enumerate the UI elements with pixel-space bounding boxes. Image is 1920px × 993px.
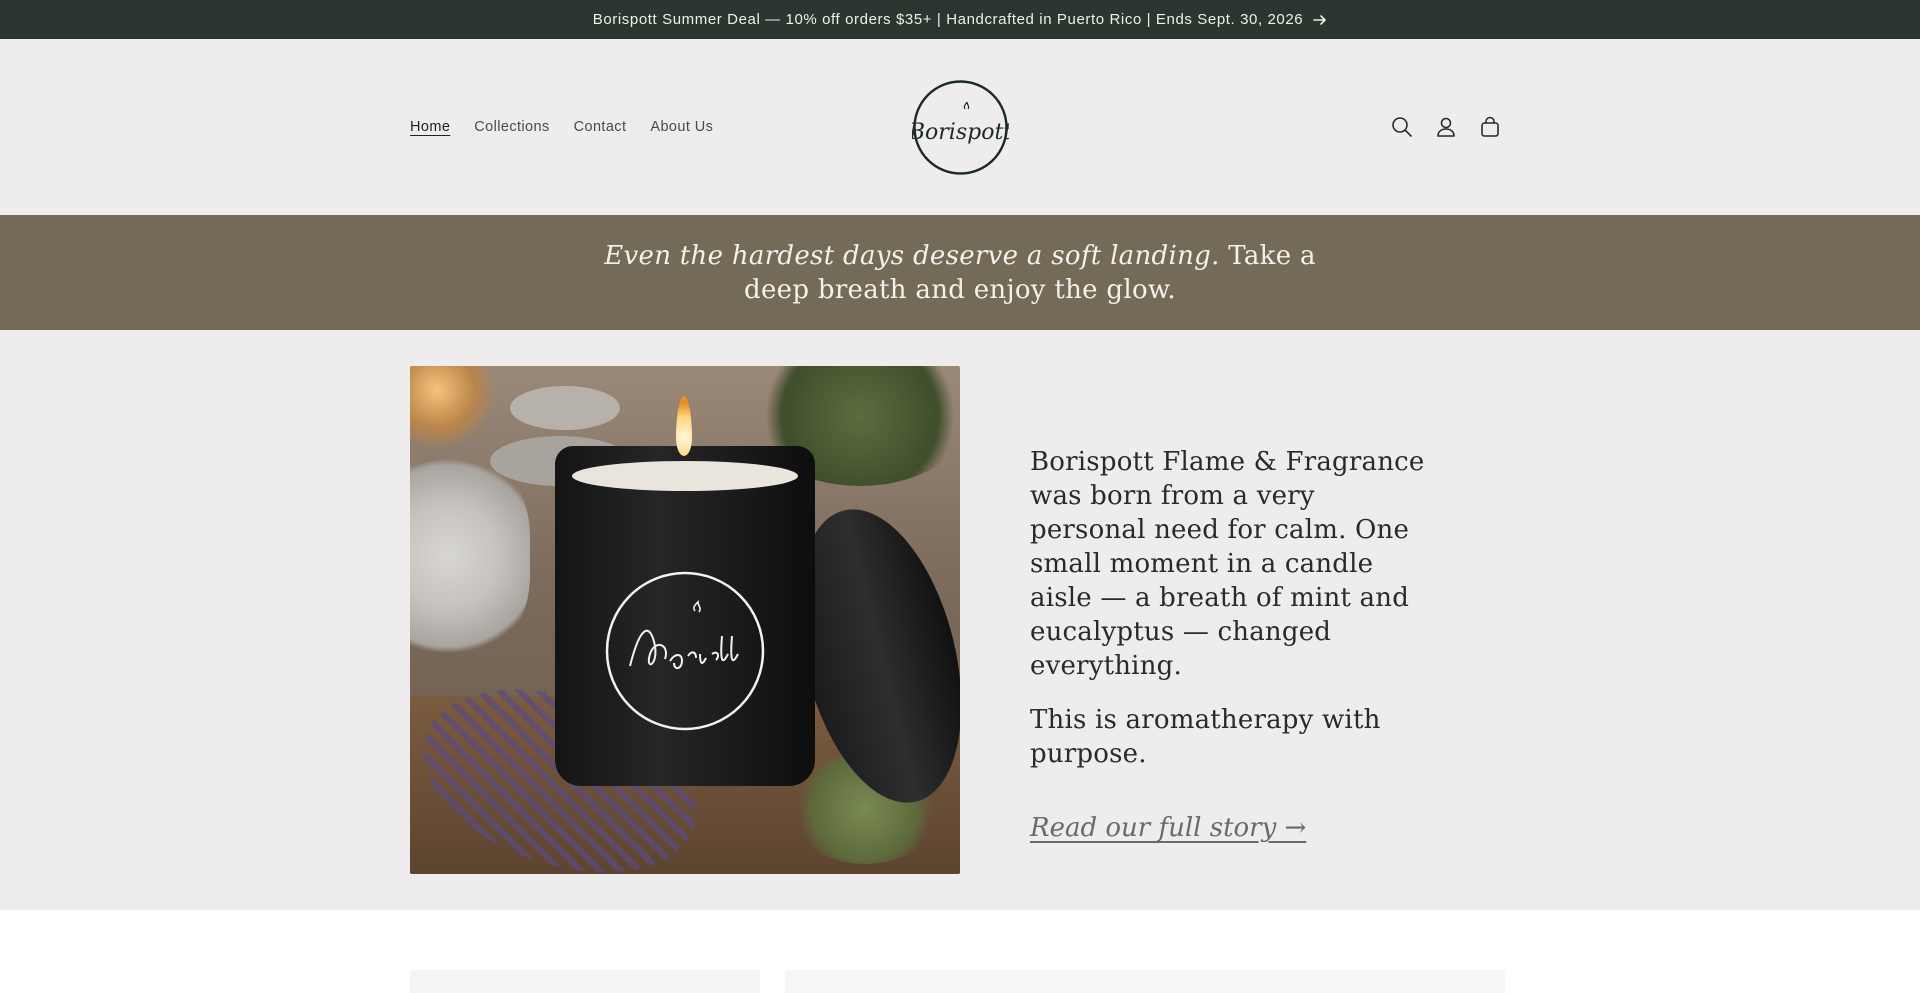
tagline-text: Even the hardest days deserve a soft lan… <box>580 239 1340 307</box>
nav-home[interactable]: Home <box>410 119 450 135</box>
header-actions <box>1390 39 1502 215</box>
announcement-bar[interactable]: Borispott Summer Deal — 10% off orders $… <box>0 0 1920 39</box>
story-section: Borispott Flame & Fragrance was born fro… <box>0 330 1920 910</box>
logo-wordmark: Borispott <box>912 120 1009 145</box>
tagline-banner: Even the hardest days deserve a soft lan… <box>0 215 1920 330</box>
nav-contact[interactable]: Contact <box>574 119 627 135</box>
placeholder-block <box>785 970 1505 993</box>
site-header: Home Collections Contact About Us Borisp… <box>0 39 1920 215</box>
main-nav: Home Collections Contact About Us <box>410 39 713 215</box>
story-paragraph-2: This is aromatherapy with purpose. <box>1030 705 1381 769</box>
tagline-italic: Even the hardest days deserve a soft lan… <box>604 240 1220 271</box>
candle-photo <box>410 366 960 874</box>
nav-about-us[interactable]: About Us <box>650 119 713 135</box>
brand-logo[interactable]: Borispott <box>908 79 1012 176</box>
read-story-link[interactable]: Read our full story → <box>1030 813 1306 843</box>
placeholder-block <box>410 970 760 993</box>
nav-collections[interactable]: Collections <box>474 119 549 135</box>
account-icon[interactable] <box>1434 115 1458 139</box>
search-icon[interactable] <box>1390 115 1414 139</box>
cart-icon[interactable] <box>1478 115 1502 139</box>
arrow-right-icon <box>1313 13 1327 27</box>
story-paragraph-1: Borispott Flame & Fragrance was born fro… <box>1030 447 1425 681</box>
next-section <box>0 910 1920 993</box>
announcement-text: Borispott Summer Deal — 10% off orders $… <box>592 11 1304 28</box>
jar-logo-icon <box>605 571 765 731</box>
story-text: Borispott Flame & Fragrance was born fro… <box>1030 445 1430 843</box>
